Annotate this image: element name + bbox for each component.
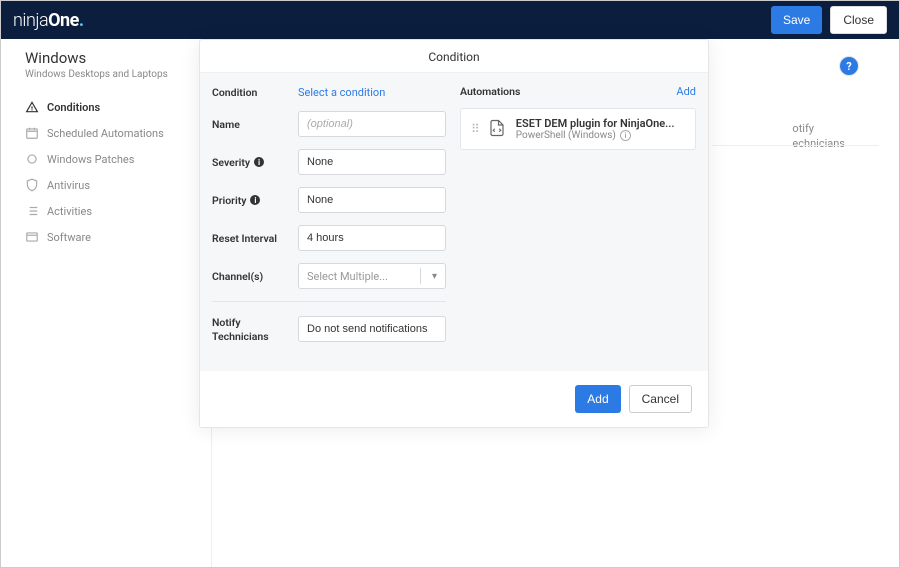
sidebar-item-label: Scheduled Automations (47, 127, 164, 140)
help-button[interactable]: ? (839, 56, 859, 76)
brand-part1: ninja (13, 10, 48, 31)
modal-footer: Add Cancel (200, 371, 708, 427)
sidebar-item-label: Windows Patches (47, 153, 134, 166)
row-priority: Priorityi None (212, 187, 446, 213)
close-button[interactable]: Close (830, 6, 887, 34)
sidebar-item-conditions[interactable]: Conditions (25, 94, 211, 120)
sidebar-item-label: Antivirus (47, 179, 90, 192)
sidebar-item-label: Conditions (47, 101, 100, 114)
brand-part2: One (48, 10, 79, 31)
condition-modal: Condition Condition Select a condition N… (199, 39, 709, 428)
add-automation-link[interactable]: Add (676, 85, 696, 98)
sidebar-item-scheduled[interactable]: Scheduled Automations (25, 120, 211, 146)
row-severity: Severityi None (212, 149, 446, 175)
automations-header: Automations Add (460, 85, 696, 98)
page-title: Windows (25, 49, 211, 67)
drag-handle-icon[interactable]: ⠿ (471, 122, 478, 136)
info-icon[interactable]: i (254, 157, 264, 167)
brand-logo: ninjaOne. (13, 10, 84, 31)
add-button[interactable]: Add (575, 385, 620, 413)
info-icon[interactable]: i (620, 130, 631, 141)
sidebar-nav: Conditions Scheduled Automations Windows… (25, 94, 211, 250)
window-icon (25, 230, 39, 244)
channels-placeholder: Select Multiple... (307, 270, 388, 283)
sidebar-item-software[interactable]: Software (25, 224, 211, 250)
shield-icon (25, 178, 39, 192)
modal-title: Condition (200, 40, 708, 73)
label-condition: Condition (212, 86, 298, 99)
sidebar-item-activities[interactable]: Activities (25, 198, 211, 224)
automation-card[interactable]: ⠿ ESET DEM plugin for NinjaOne... PowerS… (460, 108, 696, 150)
label-priority: Priorityi (212, 194, 298, 207)
row-name: Name (212, 111, 446, 137)
page-subtitle: Windows Desktops and Laptops (25, 69, 211, 80)
label-reset: Reset Interval (212, 232, 298, 245)
priority-select[interactable]: None (298, 187, 446, 213)
select-divider (420, 268, 421, 284)
patch-icon (25, 152, 39, 166)
row-channels: Channel(s) Select Multiple... ▾ (212, 263, 446, 289)
reset-interval-select[interactable]: 4 hours (298, 225, 446, 251)
automation-name: ESET DEM plugin for NinjaOne... (516, 117, 685, 130)
chevron-down-icon: ▾ (432, 271, 437, 282)
sidebar-item-antivirus[interactable]: Antivirus (25, 172, 211, 198)
label-name: Name (212, 118, 298, 131)
sidebar-item-patches[interactable]: Windows Patches (25, 146, 211, 172)
row-reset: Reset Interval 4 hours (212, 225, 446, 251)
topbar-actions: Save Close (771, 6, 887, 34)
brand-dot: . (79, 10, 84, 31)
automations-column: Automations Add ⠿ ESET DEM plugin for Ni… (450, 73, 708, 371)
channels-multiselect[interactable]: Select Multiple... ▾ (298, 263, 446, 289)
label-channels: Channel(s) (212, 270, 298, 283)
name-input[interactable] (298, 111, 446, 137)
form-column: Condition Select a condition Name Severi… (200, 73, 450, 371)
form-divider (212, 301, 446, 302)
row-notify: Notify Technicians Do not send notificat… (212, 316, 446, 343)
info-icon[interactable]: i (250, 195, 260, 205)
label-severity: Severityi (212, 156, 298, 169)
bg-text-1: otify (792, 121, 845, 136)
cancel-button[interactable]: Cancel (629, 385, 692, 413)
topbar: ninjaOne. Save Close (1, 1, 899, 39)
warning-icon (25, 100, 39, 114)
save-button[interactable]: Save (771, 6, 822, 34)
script-icon (488, 118, 506, 141)
row-condition: Condition Select a condition (212, 85, 446, 99)
sidebar: Windows Windows Desktops and Laptops Con… (1, 39, 211, 567)
calendar-icon (25, 126, 39, 140)
bg-divider (712, 145, 879, 146)
automation-info: ESET DEM plugin for NinjaOne... PowerShe… (516, 117, 685, 141)
bg-column-hint: otify echnicians (792, 121, 845, 152)
automations-title: Automations (460, 85, 520, 98)
modal-body: Condition Select a condition Name Severi… (200, 73, 708, 371)
sidebar-item-label: Activities (47, 205, 92, 218)
select-condition-link[interactable]: Select a condition (298, 86, 385, 99)
automation-meta: PowerShell (Windows) i (516, 130, 685, 141)
severity-select[interactable]: None (298, 149, 446, 175)
sidebar-item-label: Software (47, 231, 91, 244)
label-notify: Notify Technicians (212, 316, 298, 343)
list-icon (25, 204, 39, 218)
notify-select[interactable]: Do not send notifications (298, 316, 446, 342)
